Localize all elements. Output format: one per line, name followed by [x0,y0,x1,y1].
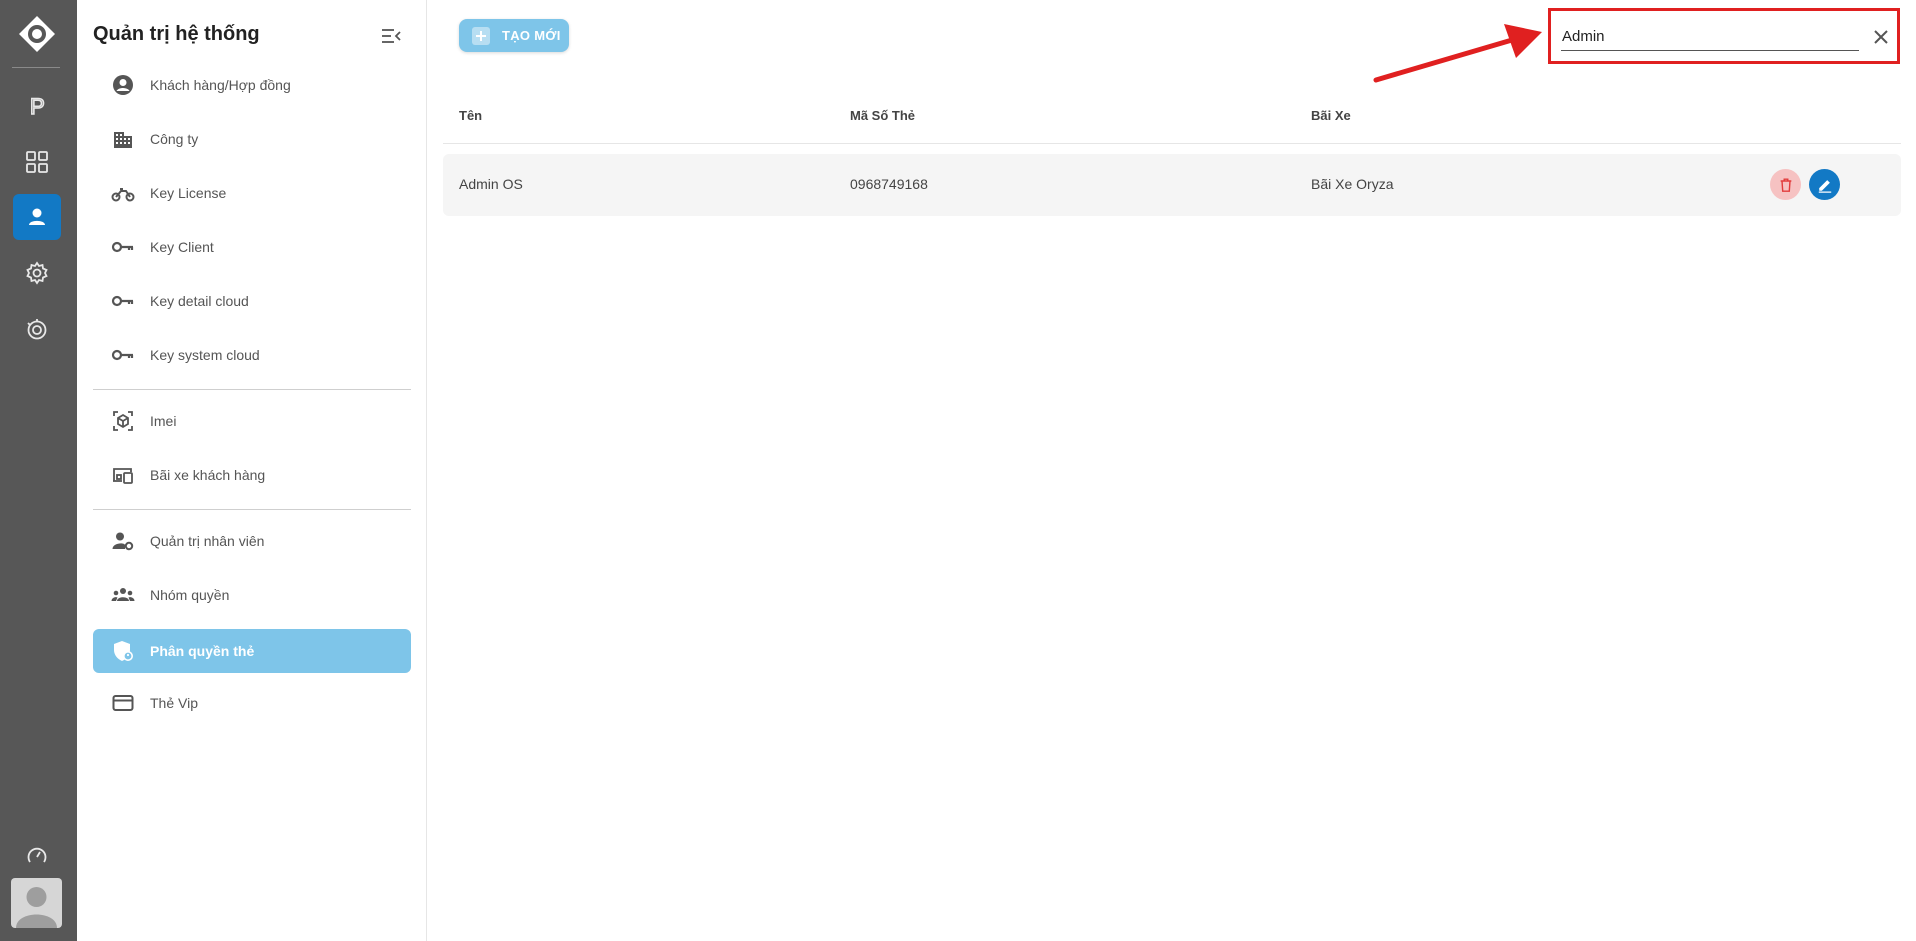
avatar[interactable] [11,878,62,928]
sidebar-item-label: Công ty [150,131,199,147]
search-input[interactable] [1561,23,1859,51]
create-new-label: TẠO MỚI [502,28,561,43]
user-gear-icon [110,528,136,554]
sidebar: Quản trị hệ thống Khách hàng/Hợp đồng Cô… [77,0,427,941]
sidebar-title: Quản trị hệ thống [93,23,260,45]
sidebar-item-imei[interactable]: Imei [93,399,411,443]
sidebar-item-key-detail-cloud[interactable]: Key detail cloud [93,279,411,323]
sidebar-item-key-license[interactable]: Key License [93,171,411,215]
sidebar-item-label: Quản trị nhân viên [150,533,265,549]
history-timer-icon[interactable] [13,306,61,352]
app-logo[interactable] [17,14,57,54]
sidebar-divider [93,389,411,390]
column-header-name: Tên [459,108,483,123]
sidebar-item-permission-group[interactable]: Nhóm quyền [93,573,411,617]
shield-icon [110,638,136,664]
plus-icon [472,26,490,45]
sidebar-item-label: Imei [150,413,177,429]
settings-gear-icon[interactable] [13,250,61,296]
sidebar-item-label: Bãi xe khách hàng [150,467,266,483]
speed-gauge-icon[interactable] [13,836,61,876]
key-icon [110,342,136,368]
user-icon[interactable] [13,194,61,240]
cell-parking-lot: Bãi Xe Oryza [1311,176,1394,192]
motorbike-icon [110,180,136,206]
sidebar-item-label: Phân quyền thẻ [150,643,255,659]
sidebar-item-label: Thẻ Vip [150,695,198,711]
building-icon [110,126,136,152]
edit-button[interactable] [1809,169,1840,200]
devices-icon [110,462,136,488]
sidebar-item-label: Khách hàng/Hợp đồng [150,77,291,93]
scan-box-icon [110,408,136,434]
sidebar-item-customers-contracts[interactable]: Khách hàng/Hợp đồng [93,63,411,107]
create-new-button[interactable]: TẠO MỚI [459,19,569,52]
sidebar-item-key-client[interactable]: Key Client [93,225,411,269]
cell-name: Admin OS [459,176,523,192]
account-circle-icon [110,72,136,98]
sidebar-item-label: Key License [150,185,227,201]
sidebar-item-label: Key Client [150,239,214,255]
trash-icon [1780,178,1791,192]
sidebar-item-label: Key system cloud [150,347,260,363]
left-rail: P [0,0,77,941]
sidebar-item-key-system-cloud[interactable]: Key system cloud [93,333,411,377]
sidebar-item-company[interactable]: Công ty [93,117,411,161]
group-icon [110,582,136,608]
sidebar-item-staff-admin[interactable]: Quản trị nhân viên [93,519,411,563]
parking-icon[interactable]: P [13,83,61,129]
key-icon [110,234,136,260]
rail-divider [12,67,60,68]
column-header-card-number: Mã Số Thẻ [850,108,916,123]
key-icon [110,288,136,314]
dashboard-grid-icon[interactable] [13,139,61,185]
delete-button[interactable] [1770,169,1801,200]
annotation-arrow-icon [1373,24,1542,83]
collapse-menu-icon[interactable] [379,24,403,48]
cell-card-number: 0968749168 [850,176,928,192]
search-highlight-box [1548,8,1900,64]
pencil-icon [1818,179,1831,193]
sidebar-item-customer-parking[interactable]: Bãi xe khách hàng [93,453,411,497]
table-header: Tên Mã Số Thẻ Bãi Xe [443,100,1901,144]
sidebar-item-label: Nhóm quyền [150,587,230,603]
sidebar-item-card-permission[interactable]: Phân quyền thẻ [93,629,411,673]
sidebar-divider [93,509,411,510]
sidebar-item-label: Key detail cloud [150,293,249,309]
sidebar-item-vip-card[interactable]: Thẻ Vip [93,681,411,725]
table-row[interactable]: Admin OS 0968749168 Bãi Xe Oryza [443,154,1901,216]
svg-text:P: P [30,94,45,119]
close-icon[interactable] [1871,27,1891,47]
card-icon [110,690,136,716]
column-header-parking-lot: Bãi Xe [1311,108,1351,123]
